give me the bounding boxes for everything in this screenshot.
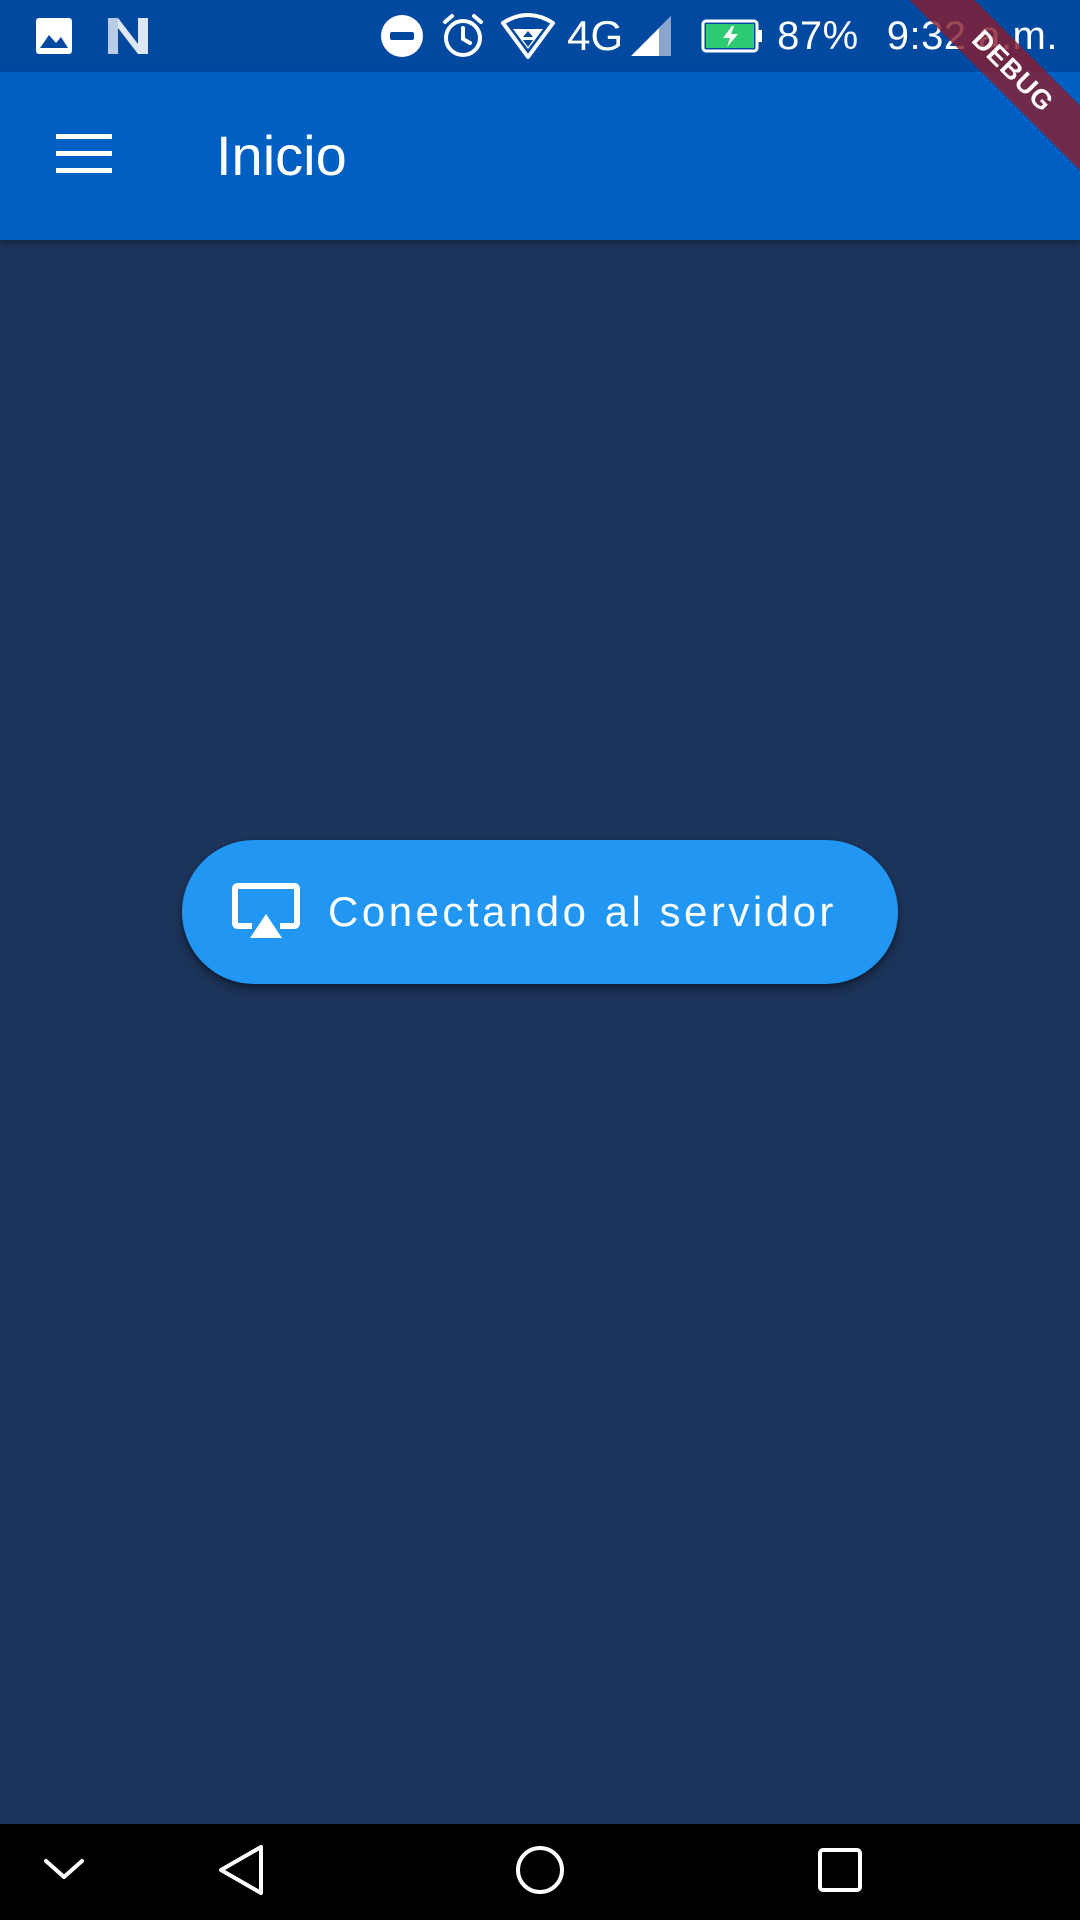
home-button[interactable] xyxy=(500,1824,580,1920)
n-app-icon xyxy=(106,16,150,56)
do-not-disturb-icon xyxy=(379,13,425,59)
status-bar: 4G 87% 9:32 a.m. xyxy=(0,0,1080,72)
app-screen: 4G 87% 9:32 a.m. Inicio DEBUG Conectando… xyxy=(0,0,1080,1920)
recents-button[interactable] xyxy=(800,1824,880,1920)
page-title: Inicio xyxy=(216,124,347,187)
connect-server-label: Conectando al servidor xyxy=(328,888,837,935)
back-icon xyxy=(215,1843,265,1902)
alarm-icon xyxy=(439,12,487,60)
back-button[interactable] xyxy=(200,1824,280,1920)
network-type-label: 4G xyxy=(567,12,624,59)
connect-server-button[interactable]: Conectando al servidor xyxy=(182,840,898,984)
cast-airplay-icon xyxy=(232,882,300,942)
recents-icon xyxy=(816,1846,864,1899)
battery-percent: 87% xyxy=(777,13,859,58)
status-bar-system: 4G 87% 9:32 a.m. xyxy=(379,10,1058,62)
collapse-button[interactable] xyxy=(24,1824,104,1920)
status-bar-notifications xyxy=(34,14,150,58)
menu-button[interactable] xyxy=(34,106,134,206)
image-icon xyxy=(34,16,74,56)
system-nav-bar xyxy=(0,1824,1080,1920)
battery-charging-icon xyxy=(701,19,763,53)
clock: 9:32 a.m. xyxy=(886,13,1058,58)
collapse-chevron-icon xyxy=(42,1857,86,1888)
app-bar: Inicio xyxy=(0,72,1080,240)
wifi-icon xyxy=(501,13,556,59)
hamburger-menu-icon xyxy=(56,133,112,179)
cell-signal-icon xyxy=(629,14,673,58)
home-icon xyxy=(514,1844,566,1901)
